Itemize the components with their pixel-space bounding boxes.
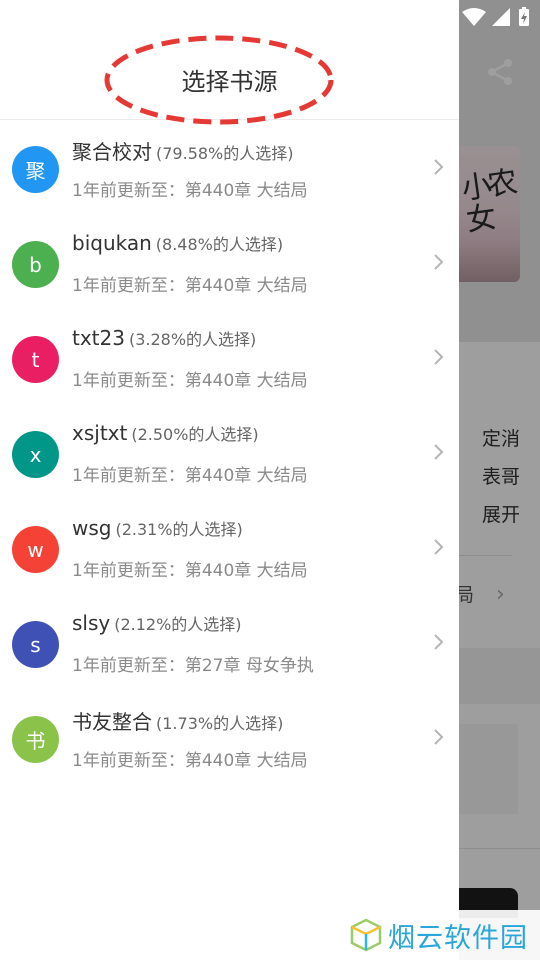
- chevron-right-icon: [434, 634, 444, 650]
- source-item[interactable]: w wsg (2.31%的人选择) 1年前更新至：第440章 大结局: [0, 500, 459, 595]
- chevron-right-icon: [434, 539, 444, 555]
- source-item[interactable]: t txt23 (3.28%的人选择) 1年前更新至：第440章 大结局: [0, 310, 459, 405]
- source-name: slsy: [72, 611, 111, 635]
- source-update: 1年前更新至：第440章 大结局: [72, 561, 308, 581]
- source-avatar: 书: [12, 716, 59, 763]
- source-name: 聚合校对: [72, 140, 152, 164]
- cube-logo-icon: [350, 918, 382, 952]
- source-list: 聚 聚合校对 (79.58%的人选择) 1年前更新至：第440章 大结局 b bi…: [0, 120, 459, 785]
- source-avatar: x: [12, 431, 59, 478]
- source-percent: (2.50%的人选择): [131, 425, 259, 444]
- source-avatar: t: [12, 336, 59, 383]
- source-name: xsjtxt: [72, 421, 128, 445]
- source-item[interactable]: x xsjtxt (2.50%的人选择) 1年前更新至：第440章 大结局: [0, 405, 459, 500]
- source-item[interactable]: 书 书友整合 (1.73%的人选择) 1年前更新至：第440章 大结局: [0, 690, 459, 785]
- source-percent: (3.28%的人选择): [128, 330, 257, 349]
- drawer-header: 选择书源: [0, 0, 459, 125]
- battery-charging-icon: [519, 7, 529, 26]
- chevron-right-icon: [434, 349, 444, 365]
- source-percent: (1.73%的人选择): [156, 714, 284, 733]
- source-avatar: 聚: [12, 146, 59, 193]
- chevron-right-icon: [434, 254, 444, 270]
- source-name: biqukan: [72, 231, 152, 255]
- chevron-right-icon: [434, 729, 444, 745]
- source-update: 1年前更新至：第440章 大结局: [72, 751, 308, 771]
- drawer-scrim[interactable]: [459, 0, 540, 960]
- chevron-right-icon: [434, 159, 444, 175]
- source-avatar: s: [12, 621, 59, 668]
- source-avatar: w: [12, 526, 59, 573]
- source-percent: (79.58%的人选择): [156, 144, 294, 163]
- source-update: 1年前更新至：第440章 大结局: [72, 466, 308, 486]
- drawer-title: 选择书源: [181, 68, 278, 96]
- source-update: 1年前更新至：第27章 母女争执: [72, 656, 314, 676]
- source-percent: (2.31%的人选择): [115, 520, 243, 539]
- source-avatar: b: [12, 241, 59, 288]
- source-drawer: 选择书源 聚 聚合校对 (79.58%的人选择) 1年前更新至：第440章 大结局…: [0, 0, 459, 960]
- source-item[interactable]: s slsy (2.12%的人选择) 1年前更新至：第27章 母女争执: [0, 595, 459, 690]
- source-name: 书友整合: [72, 710, 152, 734]
- watermark: 烟云软件园: [344, 910, 540, 960]
- source-item[interactable]: 聚 聚合校对 (79.58%的人选择) 1年前更新至：第440章 大结局: [0, 120, 459, 215]
- source-update: 1年前更新至：第440章 大结局: [72, 181, 308, 201]
- signal-icon: [492, 8, 510, 26]
- status-bar: [460, 6, 540, 28]
- chevron-right-icon: [434, 444, 444, 460]
- source-update: 1年前更新至：第440章 大结局: [72, 371, 308, 391]
- wifi-icon: [462, 8, 486, 26]
- source-percent: (2.12%的人选择): [114, 615, 242, 634]
- source-name: txt23: [72, 326, 125, 350]
- source-item[interactable]: b biqukan (8.48%的人选择) 1年前更新至：第440章 大结局: [0, 215, 459, 310]
- source-name: wsg: [72, 516, 112, 540]
- watermark-text: 烟云软件园: [388, 922, 528, 954]
- source-update: 1年前更新至：第440章 大结局: [72, 276, 308, 296]
- source-percent: (8.48%的人选择): [155, 235, 284, 254]
